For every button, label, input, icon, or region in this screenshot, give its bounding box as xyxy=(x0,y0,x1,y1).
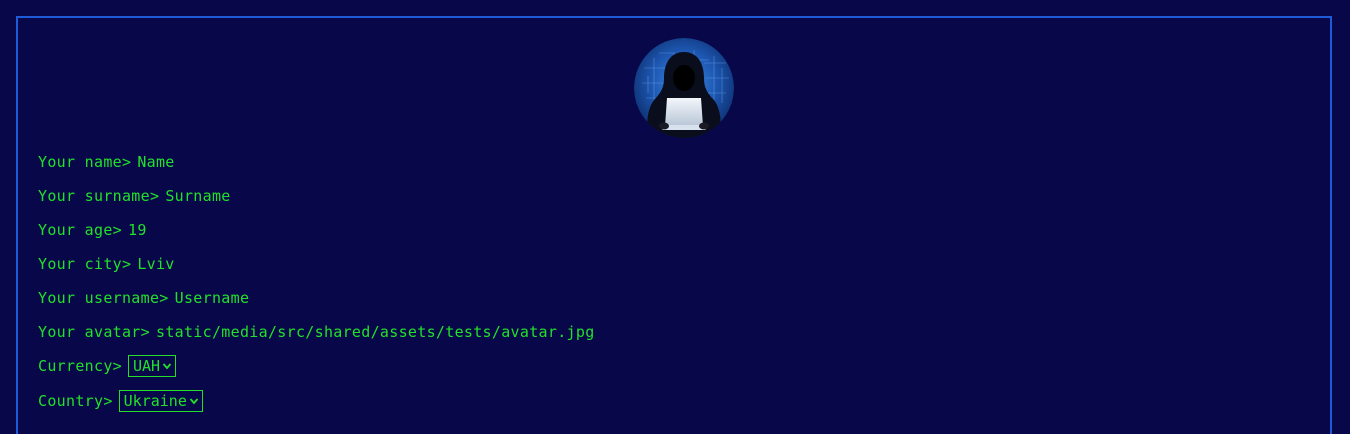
name-label: Your name> xyxy=(38,153,132,171)
avatar xyxy=(634,38,734,138)
surname-label: Your surname> xyxy=(38,187,160,205)
city-field: Your city> Lviv xyxy=(38,253,175,275)
name-value: Name xyxy=(137,153,175,171)
chevron-down-icon xyxy=(189,398,199,405)
country-select[interactable]: Ukraine xyxy=(118,390,203,412)
username-value: Username xyxy=(174,289,250,307)
country-label: Country> xyxy=(38,392,113,410)
username-label: Your username> xyxy=(38,289,169,307)
profile-panel: Your name> Name Your surname> Surname Yo… xyxy=(16,16,1332,434)
city-label: Your city> xyxy=(38,255,132,273)
city-value: Lviv xyxy=(137,255,175,273)
country-field: Country> Ukraine xyxy=(38,390,203,412)
currency-selected-value: UAH xyxy=(132,357,161,375)
age-value: 19 xyxy=(127,221,147,239)
username-field: Your username> Username xyxy=(38,287,249,309)
avatar-path-field: Your avatar> static/media/src/shared/ass… xyxy=(38,321,595,343)
country-selected-value: Ukraine xyxy=(123,392,187,410)
avatar-path-label: Your avatar> xyxy=(38,323,150,341)
chevron-down-icon xyxy=(162,363,172,370)
age-field: Your age> 19 xyxy=(38,219,147,241)
currency-select[interactable]: UAH xyxy=(127,355,177,377)
currency-label: Currency> xyxy=(38,357,122,375)
currency-field: Currency> UAH xyxy=(38,355,177,377)
surname-field: Your surname> Surname xyxy=(38,185,231,207)
hooded-hacker-avatar-icon xyxy=(634,38,734,138)
avatar-path-value: static/media/src/shared/assets/tests/ava… xyxy=(155,323,595,341)
age-label: Your age> xyxy=(38,221,122,239)
name-field: Your name> Name xyxy=(38,151,175,173)
surname-value: Surname xyxy=(165,187,231,205)
